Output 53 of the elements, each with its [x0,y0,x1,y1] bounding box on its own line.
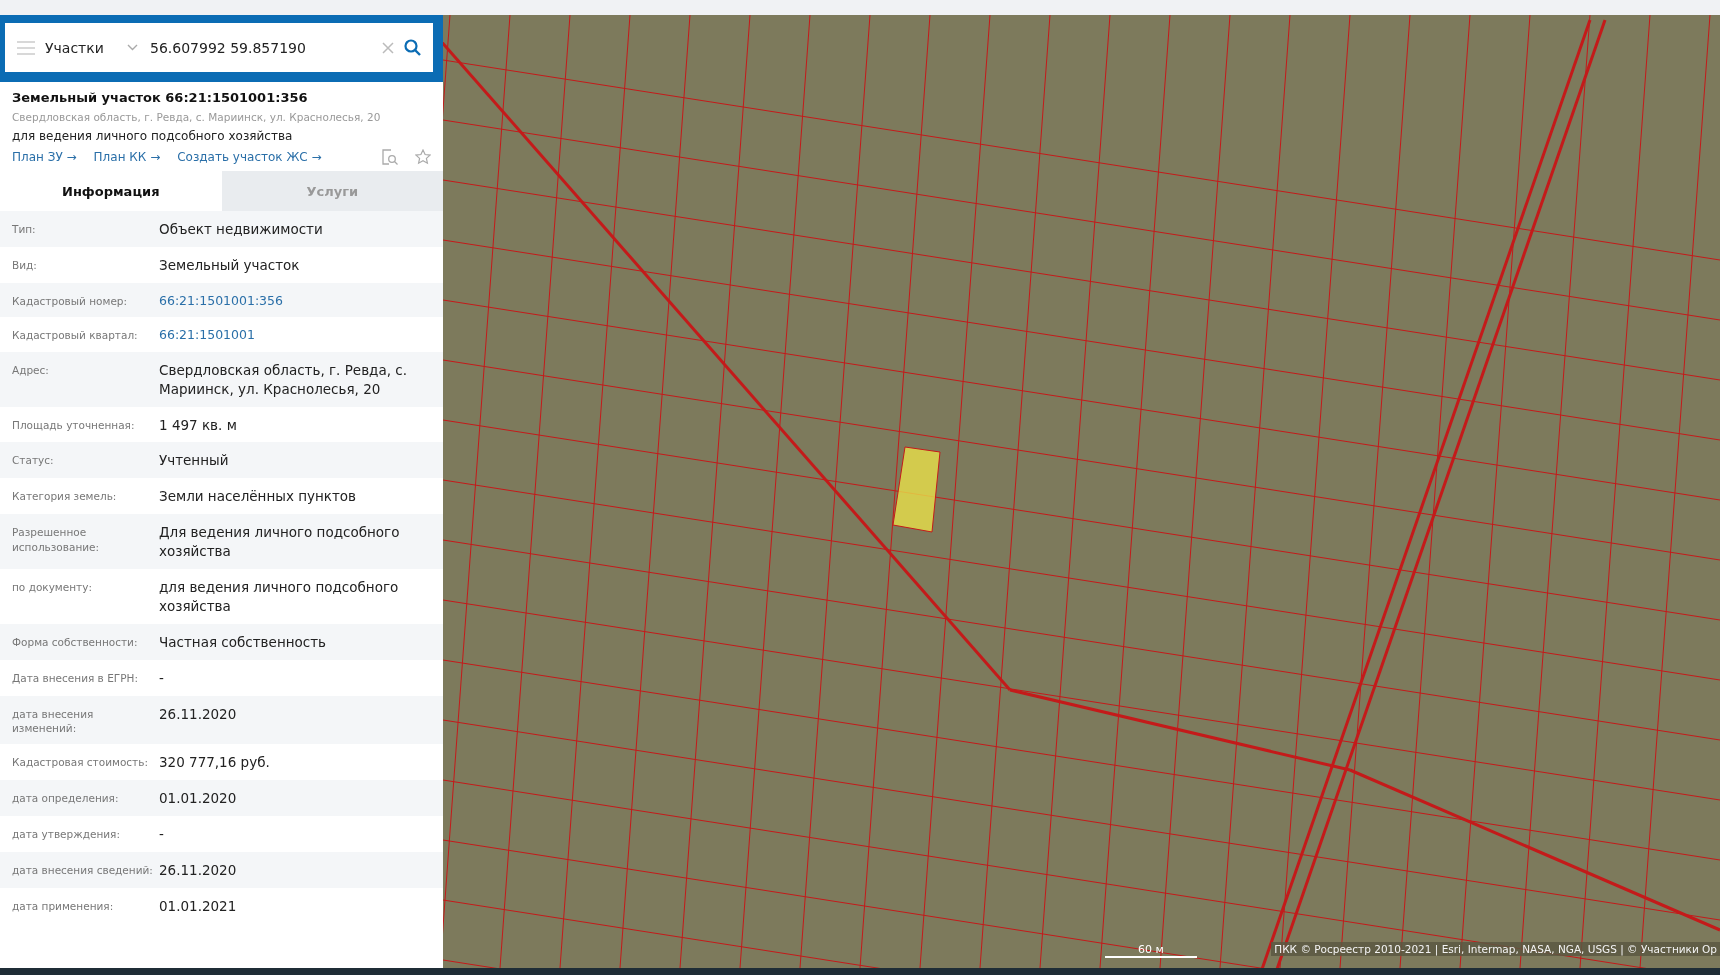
plan-link[interactable]: План ЗУ → [12,150,77,164]
field-label: Кадастровая стоимость: [12,754,149,770]
field-value: Земельный участок [159,255,300,275]
field-value-link[interactable]: 66:21:1501001:356 [159,291,283,310]
search-input[interactable]: 56.607992 59.857190 [148,38,372,57]
field-label: Категория земель: [12,489,118,505]
field-value: Объект недвижимости [159,220,323,239]
field-label: Вид: [12,257,38,273]
field-value: Учтенный [159,451,229,471]
field-label: дата внесения изменений: [12,706,95,736]
field-value: - [159,668,164,688]
field-value: 1 497 кв. м [159,415,237,435]
field-value: - [159,824,164,844]
field-value: Свердловская область, г. Ревда, с. Мариинск, ул. Краснолесья, 20 [159,360,408,399]
field-label: Кадастровый номер: [12,293,129,309]
field-label: Тип: [12,222,37,237]
chevron-down-icon[interactable] [127,44,138,51]
field-value-link[interactable]: 66:21:1501001 [159,326,255,344]
field-label: Адрес: [12,362,50,378]
field-label: дата определения: [12,790,120,806]
document-search-icon[interactable] [382,149,398,165]
field-value: 01.01.2020 [159,788,237,808]
plan-link[interactable]: Создать участок ЖС → [177,150,322,164]
map-attribution: ПКК © Росреестр 2010-2021 | Esri, Intermap, NASA, NGA, USGS | © Участники Op [1271,942,1720,956]
satellite-map-photo[interactable]: 60 м ПКК © Росреестр 2010-2021 | Esri, Intermap, NASA, NGA, USGS | © Участники Op [443,15,1720,968]
field-value: 320 777,16 руб. [159,752,270,772]
field-value: Для ведения личного подсобного хозяйства [159,523,401,561]
field-value: Частная собственность [159,632,327,652]
layer-dropdown[interactable]: Участки [45,39,117,56]
plan-link[interactable]: План КК → [93,150,161,164]
field-value: 26.11.2020 [159,860,237,880]
menu-icon[interactable] [17,40,35,55]
close-icon[interactable] [382,41,394,54]
parcel-title: Земельный участок 66:21:1501001:356 [12,90,309,105]
field-value: для ведения личного подсобного хозяйства [159,578,400,616]
field-label: Статус: [12,453,55,469]
field-label: Кадастровый квартал: [12,328,139,343]
parcel-purpose: для ведения личного подсобного хозяйства [12,129,294,143]
search-icon[interactable] [404,39,421,56]
field-label: дата применения: [12,898,115,914]
field-label: Площадь уточненная: [12,417,136,433]
field-label: Дата внесения в ЕГРН: [12,670,139,686]
field-label: Форма собственности: [12,634,139,650]
field-value: Земли населённых пунктов [159,487,357,507]
star-icon[interactable] [415,149,431,165]
field-label: дата внесения сведений: [12,862,154,878]
field-value: 01.01.2021 [159,896,237,916]
scale-label: 60 м [1138,943,1164,956]
field-label: Разрешенное использование: [12,525,101,555]
parcel-address: Свердловская область, г. Ревда, с. Мариинск, ул. Краснолесья, 20 [12,111,382,123]
field-value: 26.11.2020 [159,704,237,724]
field-label: по документу: [12,580,93,595]
field-label: дата утверждения: [12,826,121,842]
